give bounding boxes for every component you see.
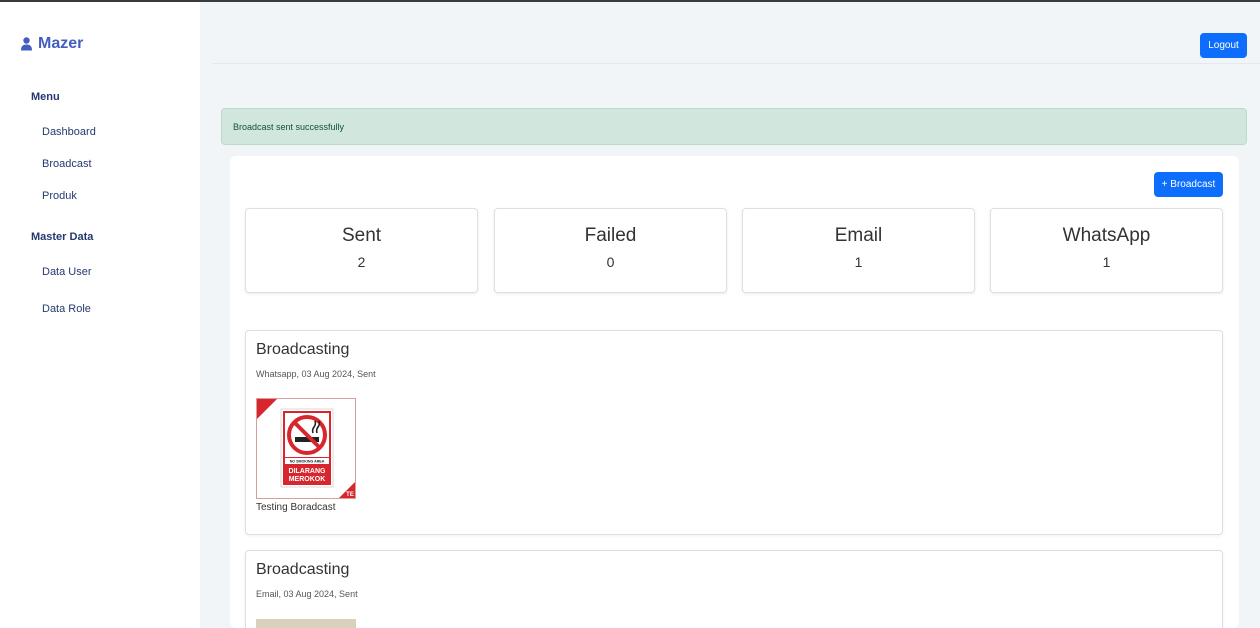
menu-section-title: Menu [31, 91, 60, 103]
broadcast-title: Broadcasting [256, 561, 350, 578]
stat-value: 2 [357, 254, 366, 270]
stat-card-whatsapp: WhatsApp 1 [990, 208, 1223, 293]
broadcast-image[interactable] [256, 619, 356, 628]
stat-label: WhatsApp [1062, 225, 1151, 246]
stat-value: 1 [1102, 254, 1111, 270]
stat-value: 1 [854, 254, 863, 270]
no-smoking-sign-image: NO SMOKING AREA DILARANG MEROKOK TE [257, 399, 355, 498]
stat-card-sent: Sent 2 [245, 208, 478, 293]
logout-button[interactable]: Logout [1200, 33, 1247, 58]
stat-card-email: Email 1 [742, 208, 975, 293]
sidebar-item-dashboard[interactable]: Dashboard [42, 126, 96, 138]
sidebar-item-data-role[interactable]: Data Role [42, 303, 91, 315]
broadcast-caption: Testing Boradcast [256, 502, 336, 513]
broadcast-panel: + Broadcast Sent 2 Failed 0 Email 1 What… [230, 156, 1239, 628]
alert-message: Broadcast sent successfully [233, 121, 345, 132]
broadcast-meta: Email, 03 Aug 2024, Sent [256, 589, 358, 599]
stat-value: 0 [606, 254, 615, 270]
add-broadcast-button[interactable]: + Broadcast [1154, 172, 1223, 197]
success-alert: Broadcast sent successfully [221, 108, 1247, 145]
stat-card-failed: Failed 0 [494, 208, 727, 293]
stat-label: Sent [341, 225, 382, 246]
user-icon [21, 37, 32, 51]
brand-logo[interactable]: Mazer [21, 34, 83, 54]
broadcast-item[interactable]: Broadcasting Email, 03 Aug 2024, Sent [245, 550, 1223, 628]
broadcast-meta: Whatsapp, 03 Aug 2024, Sent [256, 369, 376, 379]
broadcast-image[interactable]: NO SMOKING AREA DILARANG MEROKOK TE [256, 398, 356, 499]
sign-line-2: MEROKOK [289, 476, 326, 483]
corner-mark: TE [346, 492, 354, 498]
sign-line-1: DILARANG [289, 468, 326, 475]
broadcast-item[interactable]: Broadcasting Whatsapp, 03 Aug 2024, Sent… [245, 330, 1223, 535]
sidebar-item-data-user[interactable]: Data User [42, 266, 92, 278]
master-data-section-title: Master Data [31, 231, 94, 243]
sidebar-item-produk[interactable]: Produk [42, 190, 77, 202]
brand-name: Mazer [38, 35, 84, 52]
broadcast-title: Broadcasting [256, 341, 350, 358]
sidebar-item-broadcast[interactable]: Broadcast [42, 158, 92, 170]
stat-label: Email [834, 225, 883, 246]
sign-small-text: NO SMOKING AREA [290, 460, 325, 464]
stat-label: Failed [584, 225, 637, 246]
sidebar: Mazer Menu Dashboard Broadcast Produk Ma… [0, 2, 200, 628]
top-header: Logout [213, 2, 1260, 64]
